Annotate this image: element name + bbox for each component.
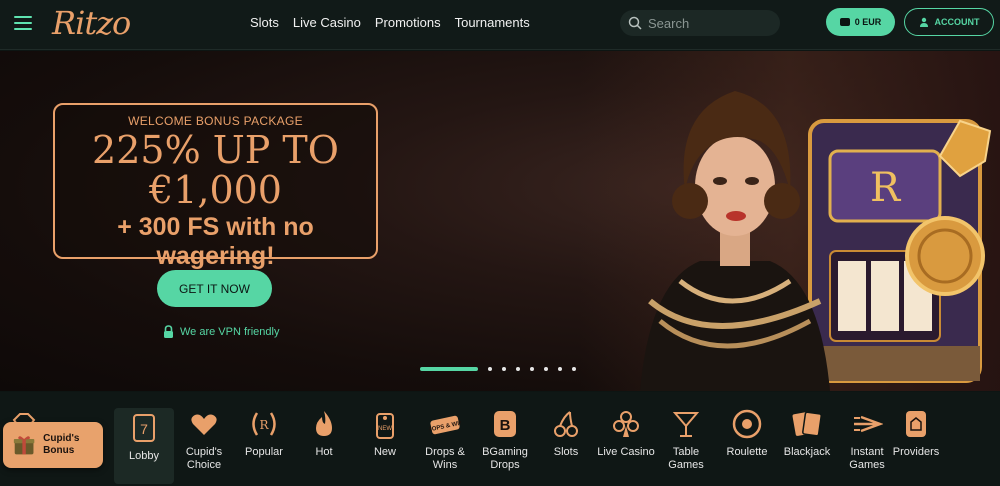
hearts-icon [191, 414, 217, 435]
slider-dot[interactable] [488, 367, 492, 371]
lock-icon [164, 325, 173, 338]
category-hot[interactable]: Hot [294, 408, 354, 459]
slot-machine-icon: 7 [133, 414, 155, 442]
svg-text:B: B [500, 417, 511, 434]
category-label: Blackjack [783, 446, 831, 458]
category-drops-wins[interactable]: DROPS & WINS Drops & Wins [415, 408, 475, 472]
svg-text:7: 7 [140, 421, 148, 437]
category-cupids-choice[interactable]: Cupid's Choice [174, 408, 234, 472]
balance-amount: 0 EUR [854, 17, 882, 27]
roulette-icon [732, 409, 762, 439]
category-blackjack[interactable]: Blackjack [777, 408, 837, 459]
slider-dot[interactable] [558, 367, 562, 371]
cocktail-icon [672, 412, 700, 437]
category-label: Lobby [129, 450, 159, 462]
category-new[interactable]: NEW New [355, 408, 415, 459]
nav-tournaments[interactable]: Tournaments [455, 15, 530, 30]
account-button[interactable]: ACCOUNT [904, 8, 994, 36]
slider-dot[interactable] [502, 367, 506, 371]
cupids-bonus-widget[interactable]: Cupid's Bonus [3, 422, 103, 468]
account-label: ACCOUNT [934, 17, 980, 27]
category-lobby[interactable]: 7 Lobby [114, 408, 174, 484]
slider-dot[interactable] [530, 367, 534, 371]
svg-text:R: R [870, 165, 902, 211]
category-table-games[interactable]: Table Games [656, 408, 716, 472]
category-label: Drops & Wins [425, 446, 465, 471]
hero-illustration: R [640, 91, 992, 391]
slider-dot-active[interactable] [420, 367, 478, 371]
category-label: Table Games [668, 446, 704, 471]
category-label: Cupid's Choice [185, 446, 223, 471]
search-icon [628, 16, 642, 30]
bgaming-icon: B [494, 411, 516, 437]
paper-plane-icon [854, 415, 883, 433]
laurel-icon: R [252, 412, 276, 436]
slider-dot[interactable] [544, 367, 548, 371]
balance-button[interactable]: 0 EUR [826, 8, 895, 36]
slider-dot[interactable] [572, 367, 576, 371]
category-bar: 7 Lobby Cupid's Choice R Popular Hot NEW… [0, 392, 1000, 486]
category-live-casino[interactable]: Live Casino [596, 408, 656, 459]
site-logo[interactable]: Ritzo [52, 4, 131, 42]
main-nav: Slots Live Casino Promotions Tournaments [250, 0, 530, 44]
svg-text:R: R [259, 418, 269, 432]
casino-home-page: Ritzo Slots Live Casino Promotions Tourn… [0, 0, 1000, 486]
vpn-note: We are VPN friendly [163, 325, 279, 339]
providers-icon [906, 411, 926, 437]
nav-live-casino[interactable]: Live Casino [293, 15, 361, 30]
bonus-eyebrow: WELCOME BONUS PACKAGE [128, 114, 303, 128]
category-label: Roulette [726, 446, 768, 458]
category-slots[interactable]: Slots [536, 408, 596, 459]
hamburger-menu-icon[interactable] [14, 14, 32, 32]
category-providers[interactable]: Providers [886, 408, 946, 459]
vpn-note-text: We are VPN friendly [180, 326, 280, 338]
category-label: New [373, 446, 396, 458]
user-icon [919, 17, 928, 27]
hero-banner: R WELCOME BONUS PACKAGE 225% UP TO €1,00… [0, 51, 1000, 391]
bonus-free-spins: + 300 FS with no wagering! [117, 213, 314, 270]
drops-wins-icon: DROPS & WINS [429, 415, 461, 435]
get-it-now-button[interactable]: GET IT NOW [157, 270, 272, 307]
club-icon [613, 411, 639, 437]
search-box[interactable] [620, 10, 780, 36]
category-label: BGaming Drops [482, 446, 528, 471]
category-label: Hot [315, 446, 333, 458]
svg-text:NEW: NEW [378, 426, 392, 432]
nav-slots[interactable]: Slots [250, 15, 279, 30]
category-popular[interactable]: R Popular [234, 408, 294, 459]
search-input[interactable] [648, 15, 768, 31]
slider-pagination [420, 367, 576, 371]
flame-icon [316, 411, 332, 436]
cards-icon [792, 411, 822, 437]
gift-box-icon [13, 436, 35, 455]
category-label: Providers [892, 446, 940, 458]
bonus-amount: €1,000 [149, 168, 282, 212]
nav-promotions[interactable]: Promotions [375, 15, 441, 30]
wallet-icon [839, 18, 850, 26]
category-roulette[interactable]: Roulette [717, 408, 777, 459]
category-label: Popular [245, 446, 283, 458]
bonus-headline: 225% UP TO [92, 128, 339, 172]
category-bgaming-drops[interactable]: B BGaming Drops [475, 408, 535, 472]
slider-dot[interactable] [516, 367, 520, 371]
category-label: Slots [553, 446, 579, 458]
cupids-bonus-label: Cupid's Bonus [43, 433, 80, 456]
new-tag-icon: NEW [376, 413, 394, 439]
top-header: Ritzo Slots Live Casino Promotions Tourn… [0, 0, 1000, 50]
category-label: Live Casino [597, 446, 655, 458]
cherries-icon [554, 411, 578, 437]
welcome-bonus-panel: WELCOME BONUS PACKAGE 225% UP TO €1,000 … [53, 103, 378, 270]
